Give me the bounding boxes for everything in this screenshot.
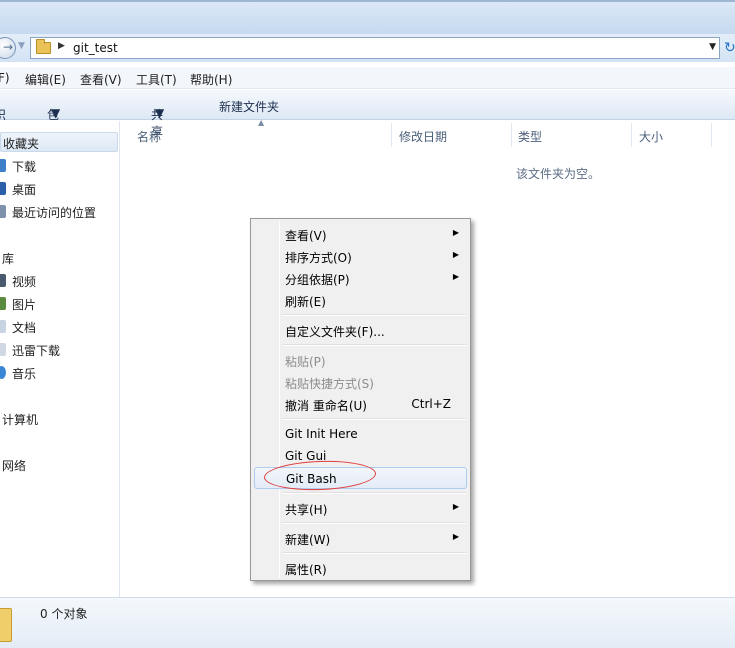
column-name[interactable]: 名称: [137, 128, 161, 145]
download-icon: [0, 159, 6, 172]
menu-separator: [282, 552, 466, 554]
ctx-share[interactable]: 共享(H) ▶: [254, 497, 467, 519]
ctx-group[interactable]: 分组依据(P) ▶: [254, 267, 467, 289]
ctx-label: Git Init Here: [285, 427, 358, 441]
ctx-refresh[interactable]: 刷新(E): [254, 289, 467, 311]
menu-view[interactable]: 查看(V): [80, 71, 122, 88]
menu-separator: [282, 418, 466, 420]
ctx-label: 新建(W): [285, 533, 331, 547]
history-dropdown-icon[interactable]: ▼: [18, 41, 25, 51]
navigation-pane: 收藏夹 下载 桌面 最近访问的位置 库 视频 图片 文档 迅雷下载 音乐 计算机…: [0, 121, 120, 597]
menu-help[interactable]: 帮助(H): [190, 71, 232, 88]
column-divider[interactable]: [391, 123, 392, 147]
pictures-icon: [0, 297, 6, 310]
ctx-paste-shortcut: 粘贴快捷方式(S): [254, 371, 467, 393]
address-dropdown-icon[interactable]: ▼: [709, 42, 716, 52]
address-bar[interactable]: ▶ git_test ▼: [30, 37, 720, 59]
menu-separator: [282, 492, 466, 494]
menu-edit[interactable]: 编辑(E): [25, 71, 66, 88]
column-divider[interactable]: [711, 123, 712, 147]
ctx-label: 自定义文件夹(F)...: [285, 325, 385, 339]
documents-icon: [0, 320, 6, 333]
column-header: 名称 修改日期 类型 大小: [121, 121, 735, 149]
menu-separator: [282, 344, 466, 346]
column-type[interactable]: 类型: [518, 128, 542, 145]
nav-label: 计算机: [2, 413, 39, 427]
nav-label: 视频: [12, 275, 37, 289]
nav-label: 音乐: [12, 367, 37, 381]
ctx-label: 排序方式(O): [285, 251, 352, 265]
folder-icon: [0, 608, 12, 642]
ctx-shortcut: Ctrl+Z: [411, 397, 451, 411]
item-count: 0 个对象: [40, 607, 88, 621]
ctx-new[interactable]: 新建(W) ▶: [254, 527, 467, 549]
command-bar: 织 包含到库中▼ 共享▼ 新建文件夹: [0, 90, 735, 190]
submenu-arrow-icon: ▶: [452, 228, 459, 237]
column-size[interactable]: 大小: [639, 128, 663, 145]
folder-icon: [0, 343, 6, 356]
empty-folder-message: 该文件夹为空。: [516, 167, 601, 181]
ctx-label: 粘贴快捷方式(S): [285, 377, 374, 391]
ctx-git-init[interactable]: Git Init Here: [254, 423, 467, 445]
breadcrumb-chevron-icon[interactable]: ▶: [58, 41, 65, 51]
submenu-arrow-icon: ▶: [452, 502, 459, 511]
ctx-label: 撤消 重命名(U): [285, 399, 367, 413]
column-divider[interactable]: [511, 123, 512, 147]
ctx-label: 分组依据(P): [285, 273, 350, 287]
ctx-label: 共享(H): [285, 503, 328, 517]
ctx-sort[interactable]: 排序方式(O) ▶: [254, 245, 467, 267]
ctx-customize[interactable]: 自定义文件夹(F)...: [254, 319, 467, 341]
ctx-view[interactable]: 查看(V) ▶: [254, 223, 467, 245]
nav-label: 文档: [12, 321, 37, 335]
chevron-down-icon: ▼: [155, 106, 165, 120]
submenu-arrow-icon: ▶: [452, 250, 459, 259]
nav-label: 下载: [12, 160, 37, 174]
status-bar: 0 个对象: [0, 597, 735, 648]
menu-bar: F) 编辑(E) 查看(V) 工具(T) 帮助(H): [0, 67, 735, 89]
address-path[interactable]: git_test: [73, 41, 118, 55]
chevron-down-icon: ▼: [51, 106, 61, 120]
column-modified[interactable]: 修改日期: [399, 128, 447, 145]
folder-icon: [36, 39, 51, 54]
new-folder-button[interactable]: 新建文件夹: [219, 98, 279, 115]
ctx-properties[interactable]: 属性(R): [254, 557, 467, 579]
menu-separator: [282, 522, 466, 524]
nav-label: 桌面: [12, 183, 37, 197]
nav-label: 收藏夹: [3, 137, 40, 151]
music-icon: [0, 366, 6, 379]
menu-file[interactable]: F): [0, 71, 10, 85]
ctx-undo-rename[interactable]: 撤消 重命名(U) Ctrl+Z: [254, 393, 467, 415]
ctx-label: 刷新(E): [285, 295, 326, 309]
nav-favorites[interactable]: 收藏夹: [0, 132, 118, 152]
refresh-icon[interactable]: ↻: [724, 40, 735, 56]
nav-label: 最近访问的位置: [12, 206, 97, 220]
recent-places-icon: [0, 205, 6, 218]
desktop-icon: [0, 182, 6, 195]
nav-label: 迅雷下载: [12, 344, 61, 358]
column-divider[interactable]: [631, 123, 632, 147]
submenu-arrow-icon: ▶: [452, 272, 459, 281]
forward-arrow-icon: →: [3, 40, 14, 54]
window-title-bar: [0, 0, 735, 34]
ctx-label: 查看(V): [285, 229, 327, 243]
address-row: → ▼ ▶ git_test ▼ ↻: [0, 34, 735, 62]
ctx-label: 属性(R): [285, 563, 327, 577]
ctx-label: 粘贴(P): [285, 355, 326, 369]
video-icon: [0, 274, 6, 287]
nav-label: 图片: [12, 298, 37, 312]
menu-tools[interactable]: 工具(T): [136, 71, 177, 88]
context-menu: 查看(V) ▶ 排序方式(O) ▶ 分组依据(P) ▶ 刷新(E) 自定义文件夹(F)…: [250, 218, 471, 581]
ctx-paste: 粘贴(P): [254, 349, 467, 371]
forward-button[interactable]: →: [0, 37, 16, 59]
nav-label: 网络: [2, 459, 27, 473]
menu-separator: [282, 314, 466, 316]
nav-label: 库: [2, 252, 15, 266]
submenu-arrow-icon: ▶: [452, 532, 459, 541]
